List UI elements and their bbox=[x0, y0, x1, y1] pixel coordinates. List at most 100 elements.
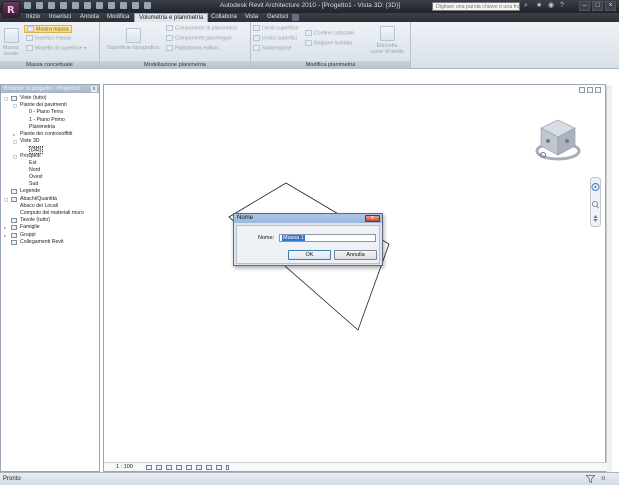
tree-node[interactable]: ▢ Viste 3D bbox=[1, 138, 99, 145]
tree-node[interactable]: {3D} bbox=[1, 145, 99, 154]
tree-node[interactable]: Nord bbox=[1, 167, 99, 174]
nome-dialog: Nome x Nome: Massa 1 OK Annulla bbox=[233, 213, 383, 266]
tree-node[interactable]: ▹ Gruppi bbox=[1, 232, 99, 239]
cancel-button[interactable]: Annulla bbox=[334, 250, 377, 260]
tab-inizio[interactable]: Inizio bbox=[22, 13, 44, 22]
model-graphics-icon[interactable] bbox=[156, 465, 162, 470]
open-icon[interactable] bbox=[24, 2, 31, 9]
tab-vista[interactable]: Vista bbox=[241, 13, 262, 22]
regione-livellata-label: Regione livellata bbox=[314, 40, 353, 47]
communication-icon[interactable]: ◉ bbox=[548, 2, 556, 10]
name-input[interactable]: Massa 1 bbox=[279, 234, 376, 242]
tree-node[interactable]: Planimetria bbox=[1, 124, 99, 131]
subscription-icon[interactable]: ★ bbox=[536, 2, 544, 10]
view-3d[interactable]: 1 : 100 bbox=[103, 84, 612, 473]
hide-isolate-icon[interactable] bbox=[206, 465, 212, 470]
sottoregione-button[interactable]: Sottoregione bbox=[253, 45, 291, 51]
thin-lines-icon[interactable] bbox=[132, 2, 139, 9]
reveal-hidden-icon[interactable] bbox=[216, 465, 222, 470]
revit-logo-icon: R bbox=[7, 5, 15, 16]
shadows-icon[interactable] bbox=[166, 465, 172, 470]
etichetta-curve-button[interactable]: Etichetta curve di livello bbox=[367, 26, 407, 55]
tree-node[interactable]: ▹ Piante dei controsoffitti bbox=[1, 131, 99, 138]
sections-icon[interactable] bbox=[120, 2, 127, 9]
tab-collabora[interactable]: Collabora bbox=[207, 13, 241, 22]
tree-node[interactable]: ▢ Abachi/Quantità bbox=[1, 196, 99, 203]
save-icon[interactable] bbox=[36, 2, 43, 9]
tree-node[interactable]: ▢ Prospetti bbox=[1, 153, 99, 160]
redo-icon[interactable] bbox=[60, 2, 67, 9]
dialog-close-button[interactable]: x bbox=[365, 215, 380, 222]
inserisci-massa-button[interactable]: Inserisci massa bbox=[26, 35, 71, 41]
search-icon[interactable]: ⌕ bbox=[524, 2, 532, 10]
link-icon bbox=[11, 239, 17, 245]
restore-icon[interactable]: □ bbox=[592, 1, 603, 11]
minimize-ribbon-icon[interactable] bbox=[292, 14, 299, 21]
tree-node-label: Legende bbox=[20, 188, 41, 195]
tree-node[interactable]: 1 - Piano Primo bbox=[1, 117, 99, 124]
search-input[interactable]: Digitare una parola chiave o una fra bbox=[432, 2, 520, 11]
tree-node[interactable]: ▹ Famiglie bbox=[1, 224, 99, 231]
tab-gestisci[interactable]: Gestisci bbox=[263, 13, 292, 22]
expand-toggle-icon[interactable]: ▢ bbox=[4, 95, 9, 102]
filter-icon[interactable] bbox=[586, 475, 595, 483]
3d-view-icon[interactable] bbox=[108, 2, 115, 9]
detail-level-icon[interactable] bbox=[146, 465, 152, 470]
crop-view-icon[interactable] bbox=[176, 465, 182, 470]
piattaforma-edificio-button[interactable]: Piattaforma edificio bbox=[166, 45, 219, 51]
tree-node[interactable]: Tavole (tutto) bbox=[1, 217, 99, 224]
undo-icon[interactable] bbox=[48, 2, 55, 9]
crop-region-icon[interactable] bbox=[186, 465, 192, 470]
qat-dropdown-icon[interactable] bbox=[144, 2, 151, 9]
regione-livellata-button[interactable]: Regione livellata bbox=[305, 40, 352, 46]
help-icon[interactable]: ? bbox=[560, 2, 568, 10]
expand-toggle-icon[interactable]: ▹ bbox=[13, 131, 18, 138]
tree-node[interactable]: Sud bbox=[1, 181, 99, 188]
expand-toggle-icon[interactable]: ▢ bbox=[13, 138, 18, 145]
tree-node[interactable]: Est bbox=[1, 160, 99, 167]
expand-toggle-icon[interactable]: ▢ bbox=[13, 153, 18, 160]
tree-node[interactable]: Collegamenti Revit bbox=[1, 239, 99, 246]
vertical-scrollbar[interactable] bbox=[606, 85, 612, 473]
expand-toggle-icon[interactable]: ▹ bbox=[4, 224, 9, 231]
tree-node[interactable]: 0 - Piano Terra bbox=[1, 109, 99, 116]
browser-close-icon[interactable]: x bbox=[91, 86, 97, 92]
model-canvas bbox=[228, 182, 390, 331]
tree-node[interactable]: Legende bbox=[1, 188, 99, 195]
analysis-icon[interactable] bbox=[226, 465, 229, 470]
navigation-bar[interactable] bbox=[590, 177, 601, 227]
componente-planimetria-button[interactable]: Componente di planimetria bbox=[166, 25, 237, 31]
tree-node[interactable]: ▢ Viste (tutto) bbox=[1, 95, 99, 102]
tab-annota[interactable]: Annota bbox=[76, 13, 103, 22]
mass-icon bbox=[3, 28, 19, 43]
modello-superficie-button[interactable]: Modello di superficie ▾ bbox=[26, 45, 86, 51]
dimension-icon[interactable] bbox=[84, 2, 91, 9]
tree-node[interactable]: ▢ Piante dei pavimenti bbox=[1, 102, 99, 109]
tree-node[interactable]: Ovest bbox=[1, 174, 99, 181]
componente-parcheggio-button[interactable]: Componente parcheggio bbox=[166, 35, 232, 41]
mostra-massa-button[interactable]: Mostra massa bbox=[24, 25, 72, 34]
close-icon[interactable]: × bbox=[605, 1, 616, 11]
view-scale[interactable]: 1 : 100 bbox=[116, 464, 133, 471]
group-label-modifica: Modifica planimetria bbox=[251, 61, 410, 69]
lock-view-icon[interactable] bbox=[196, 465, 202, 470]
expand-toggle-icon[interactable]: ▹ bbox=[4, 232, 9, 239]
minimize-icon[interactable]: – bbox=[579, 1, 590, 11]
massa-locale-button[interactable]: Massa locale bbox=[2, 28, 20, 57]
tab-volumetria-planimetria[interactable]: Volumetria e planimetria bbox=[134, 13, 209, 22]
tree-node[interactable]: Abaco dei Locali bbox=[1, 203, 99, 210]
tree-node[interactable]: Computo dei materiali muro bbox=[1, 210, 99, 217]
unisci-superfici-button[interactable]: Unisci superfici bbox=[253, 35, 297, 41]
viewcube-icon[interactable] bbox=[535, 110, 581, 166]
tab-modifica[interactable]: Modifica bbox=[103, 13, 133, 22]
expand-toggle-icon[interactable]: ▢ bbox=[4, 196, 9, 203]
ok-button[interactable]: OK bbox=[288, 250, 331, 260]
text-icon[interactable] bbox=[96, 2, 103, 9]
confine-catastale-button[interactable]: Confine catastale bbox=[305, 30, 354, 36]
application-menu-button[interactable]: R bbox=[2, 1, 20, 18]
tab-inserisci[interactable]: Inserisci bbox=[45, 13, 75, 22]
dividi-superficie-button[interactable]: Dividi superficie bbox=[253, 25, 298, 31]
expand-toggle-icon[interactable]: ▢ bbox=[13, 102, 18, 109]
measure-icon[interactable] bbox=[72, 2, 79, 9]
superficie-topografica-button[interactable]: Superficie topografica bbox=[104, 28, 162, 51]
